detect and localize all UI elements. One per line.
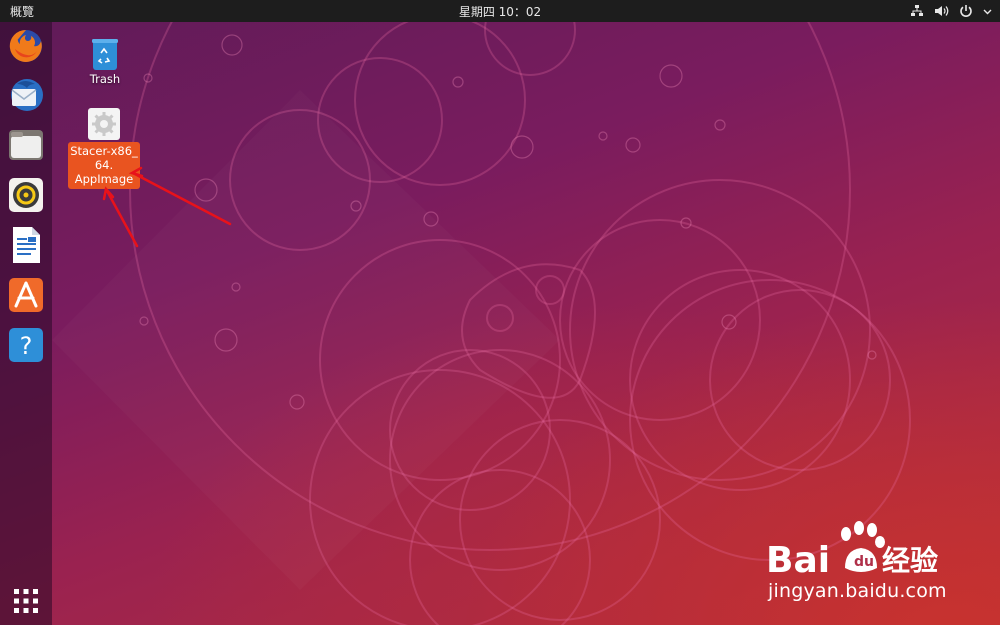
top-bar: 概覽 星期四 10：02 [0, 0, 1000, 22]
activities-button[interactable]: 概覽 [10, 3, 34, 20]
gear-icon [88, 108, 120, 140]
clock-button[interactable]: 星期四 10：02 [459, 5, 541, 19]
stacer-label: Stacer-x86_ 64. AppImage [68, 142, 140, 189]
svg-text:?: ? [20, 332, 33, 360]
svg-text:du: du [854, 554, 874, 570]
dock-help-icon[interactable]: ? [7, 326, 45, 364]
svg-text:Bai: Bai [766, 540, 830, 581]
trash-label: Trash [89, 72, 121, 86]
chevron-down-icon[interactable] [983, 4, 992, 18]
dock-files-icon[interactable] [7, 126, 45, 164]
trash-icon [90, 36, 120, 72]
svg-text:经验: 经验 [882, 544, 938, 577]
dock-software-icon[interactable] [7, 276, 45, 314]
dock-thunderbird-icon[interactable] [7, 76, 45, 114]
dock-firefox-icon[interactable] [7, 26, 45, 64]
dock: ? [0, 22, 52, 625]
show-apps-grid-icon[interactable] [13, 588, 39, 614]
desktop-trash[interactable]: Trash [70, 36, 140, 86]
volume-icon[interactable] [934, 4, 949, 18]
stacer-label-line: 64. [94, 158, 114, 172]
power-icon[interactable] [959, 4, 973, 18]
desktop[interactable]: 概覽 星期四 10：02 ? Trash Stacer-x86_ 64. App… [0, 0, 1000, 625]
desktop-stacer-appimage[interactable]: Stacer-x86_ 64. AppImage [68, 108, 140, 189]
dock-rhythmbox-icon[interactable] [7, 176, 45, 214]
network-icon[interactable] [910, 4, 924, 18]
dock-writer-icon[interactable] [7, 226, 45, 264]
stacer-label-line: AppImage [74, 172, 134, 186]
watermark-url: jingyan.baidu.com [768, 580, 947, 602]
stacer-label-line: Stacer-x86_ [70, 144, 138, 158]
status-area[interactable] [910, 2, 992, 20]
